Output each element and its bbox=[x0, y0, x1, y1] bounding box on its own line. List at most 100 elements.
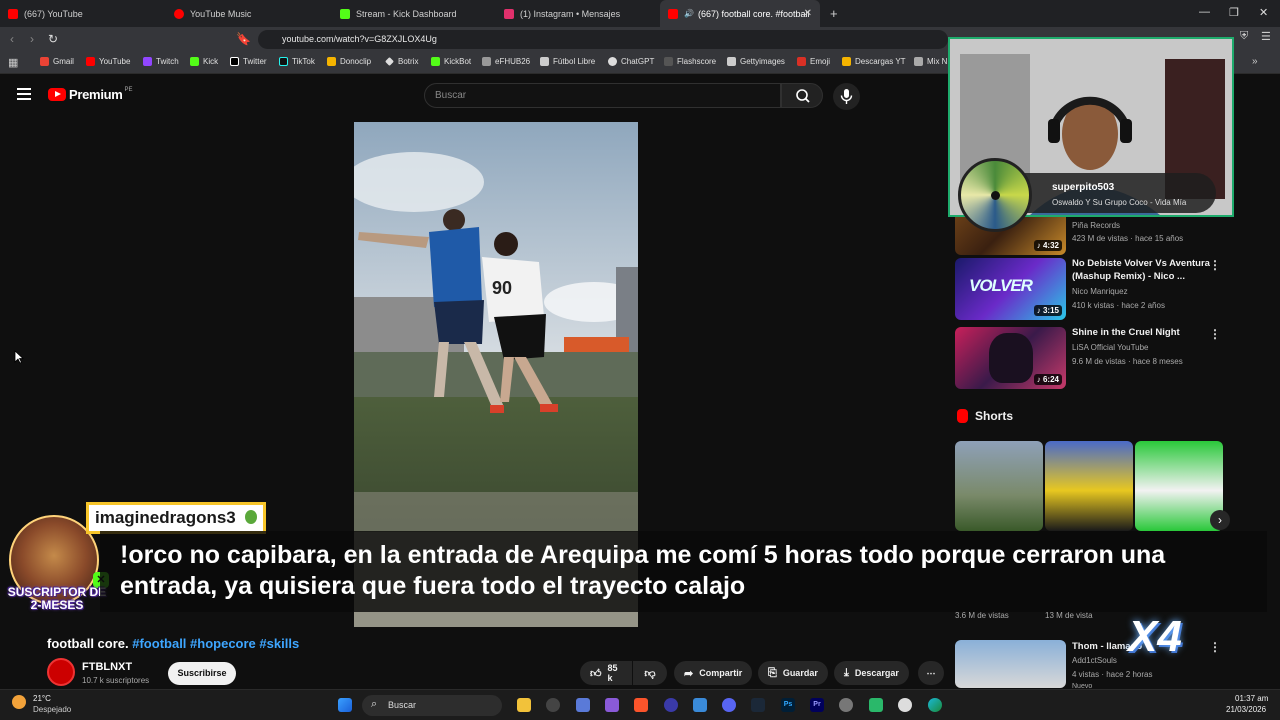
bookmark-label: KickBot bbox=[444, 57, 472, 66]
streamer-username: superpito503 bbox=[1052, 182, 1115, 193]
browser-tab-active[interactable]: 🔊 (667) football core. #football ✕ bbox=[660, 0, 820, 27]
bookmark-chatgpt[interactable]: ChatGPT bbox=[608, 57, 654, 66]
bookmark-botrix[interactable]: Botrix bbox=[385, 57, 418, 66]
bookmark-mix[interactable]: Mix N bbox=[914, 57, 947, 66]
minimize-icon[interactable]: — bbox=[1199, 6, 1210, 18]
shorts-next-button[interactable]: › bbox=[1210, 510, 1230, 530]
chat-message: !orco no capibara, en la entrada de Areq… bbox=[120, 541, 1166, 600]
recommendation-item[interactable]: ♪ 6:24 Shine in the Cruel Night LiSA Off… bbox=[955, 327, 1225, 389]
calculator-icon[interactable] bbox=[693, 698, 707, 712]
youtube-logo[interactable]: Premium PE bbox=[48, 87, 133, 102]
settings-icon[interactable] bbox=[839, 698, 853, 712]
duration-badge: ♪ 3:15 bbox=[1033, 305, 1062, 316]
discord-icon[interactable] bbox=[722, 698, 736, 712]
chrome-icon[interactable] bbox=[546, 698, 560, 712]
bookmark-efhub26[interactable]: eFHUB26 bbox=[482, 57, 530, 66]
channel-avatar[interactable] bbox=[47, 658, 75, 686]
dislike-button[interactable]: 👎︎ bbox=[633, 661, 667, 685]
like-button[interactable]: 👍︎ 85 k bbox=[580, 661, 632, 685]
bookmark-kickbot[interactable]: KickBot bbox=[431, 57, 471, 66]
bookmark-flashscore[interactable]: Flashscore bbox=[664, 57, 716, 66]
taskbar-search-label: Buscar bbox=[388, 700, 417, 710]
bookmark-label: Mix N bbox=[927, 57, 948, 66]
browser-tab[interactable]: (1) Instagram • Mensajes bbox=[496, 0, 661, 27]
file-explorer-icon[interactable] bbox=[517, 698, 531, 712]
search-icon bbox=[796, 89, 810, 103]
bookmark-emoji[interactable]: Emoji bbox=[797, 57, 830, 66]
kick-icon bbox=[340, 8, 350, 19]
menu-icon[interactable]: ☰ bbox=[1261, 30, 1271, 43]
forward-icon[interactable]: › bbox=[30, 32, 34, 46]
browser-tab[interactable]: YouTube Music bbox=[166, 0, 331, 27]
bookmark-twitter[interactable]: Twitter bbox=[230, 57, 267, 66]
shield-icon[interactable]: ⛨ bbox=[1240, 30, 1248, 43]
voice-search-button[interactable] bbox=[833, 83, 860, 110]
windows-start-icon[interactable] bbox=[338, 698, 352, 712]
browser-tab[interactable]: (667) YouTube bbox=[0, 0, 165, 27]
short-thumbnail[interactable] bbox=[955, 441, 1043, 531]
vinyl-disc-icon bbox=[958, 158, 1032, 232]
bookmark-donoclip[interactable]: Donoclip bbox=[327, 57, 371, 66]
more-bookmarks-icon[interactable]: » bbox=[1252, 56, 1258, 67]
subscriber-count: 10.7 k suscriptores bbox=[82, 676, 150, 685]
back-icon[interactable]: ‹ bbox=[10, 32, 14, 46]
bookmark-icon[interactable]: 🔖 bbox=[236, 32, 251, 46]
recommendation-item[interactable]: VOLVER ♪ 3:15 No Debiste Volver Vs Avent… bbox=[955, 258, 1225, 320]
search-button[interactable] bbox=[781, 83, 823, 108]
steam-icon[interactable] bbox=[751, 698, 765, 712]
bookmark-label: Gettyimages bbox=[740, 57, 785, 66]
search-input[interactable]: Buscar bbox=[424, 83, 781, 108]
url-field[interactable]: youtube.com/watch?v=G8ZXJLOX4Ug bbox=[258, 30, 948, 49]
hashtag-link[interactable]: #hopecore bbox=[190, 636, 256, 651]
bookmark-descargas-yt[interactable]: Descargas YT bbox=[842, 57, 906, 66]
edge-icon[interactable] bbox=[928, 698, 942, 712]
close-tab-icon[interactable]: ✕ bbox=[804, 8, 812, 19]
reload-icon[interactable]: ↻ bbox=[48, 32, 58, 46]
flashscore-icon bbox=[664, 57, 673, 66]
taskbar-search[interactable]: ⌕ Buscar bbox=[362, 695, 502, 716]
restore-icon[interactable]: ❐ bbox=[1229, 6, 1239, 19]
app-icon[interactable] bbox=[664, 698, 678, 712]
tab-label: Stream - Kick Dashboard bbox=[356, 8, 457, 19]
media-player-icon[interactable] bbox=[898, 698, 912, 712]
subscribe-button[interactable]: Suscribirse bbox=[168, 662, 236, 685]
video-thumbnail: ♪ 6:24 bbox=[955, 327, 1066, 389]
short-thumbnail[interactable] bbox=[1045, 441, 1133, 531]
gettyimages-icon bbox=[727, 57, 736, 66]
app-icon[interactable] bbox=[576, 698, 590, 712]
channel-name[interactable]: FTBLNXT bbox=[82, 661, 132, 673]
bookmark-tiktok[interactable]: TikTok bbox=[279, 57, 315, 66]
download-button[interactable]: ⤓ Descargar bbox=[834, 661, 909, 685]
bookmark-gettyimages[interactable]: Gettyimages bbox=[727, 57, 785, 66]
bookmark-youtube[interactable]: YouTube bbox=[86, 57, 130, 66]
notepad-icon[interactable] bbox=[869, 698, 883, 712]
more-options-icon[interactable]: ⋮ bbox=[1209, 640, 1221, 654]
bookmark-label: Fútbol Libre bbox=[553, 57, 596, 66]
hashtag-link[interactable]: #football bbox=[132, 636, 186, 651]
more-options-icon[interactable]: ⋮ bbox=[1209, 258, 1221, 272]
save-button[interactable]: ⎘ Guardar bbox=[758, 661, 828, 685]
new-tab-button[interactable]: + bbox=[822, 0, 842, 27]
premiere-icon[interactable]: Pr bbox=[810, 698, 824, 712]
apps-grid-icon[interactable]: ▦ bbox=[8, 56, 18, 69]
brave-icon[interactable] bbox=[634, 698, 648, 712]
more-options-icon[interactable]: ⋮ bbox=[1209, 327, 1221, 341]
hamburger-menu-icon[interactable] bbox=[17, 88, 31, 100]
recommendation-item[interactable]: Thom - llamado Add1ctSouls 4 vistas · ha… bbox=[955, 640, 1225, 690]
video-thumbnail bbox=[955, 640, 1066, 688]
photoshop-icon[interactable]: Ps bbox=[781, 698, 795, 712]
bookmark-kick[interactable]: Kick bbox=[190, 57, 218, 66]
tab-label: (1) Instagram • Mensajes bbox=[520, 8, 621, 19]
share-button[interactable]: ➦ Compartir bbox=[674, 661, 753, 685]
bookmark-label: TikTok bbox=[292, 57, 315, 66]
bookmark-twitch[interactable]: Twitch bbox=[143, 57, 179, 66]
duration-badge: ♪ 6:24 bbox=[1033, 374, 1062, 385]
more-actions-button[interactable]: ⋯ bbox=[918, 661, 944, 685]
app-icon[interactable] bbox=[605, 698, 619, 712]
close-window-icon[interactable]: ✕ bbox=[1259, 6, 1268, 19]
bookmark-gmail[interactable]: Gmail bbox=[40, 57, 74, 66]
bookmark-futbol-libre[interactable]: Fútbol Libre bbox=[540, 57, 595, 66]
hashtag-link[interactable]: #skills bbox=[259, 636, 299, 651]
browser-tab[interactable]: Stream - Kick Dashboard bbox=[332, 0, 497, 27]
futbol-libre-icon bbox=[540, 57, 549, 66]
